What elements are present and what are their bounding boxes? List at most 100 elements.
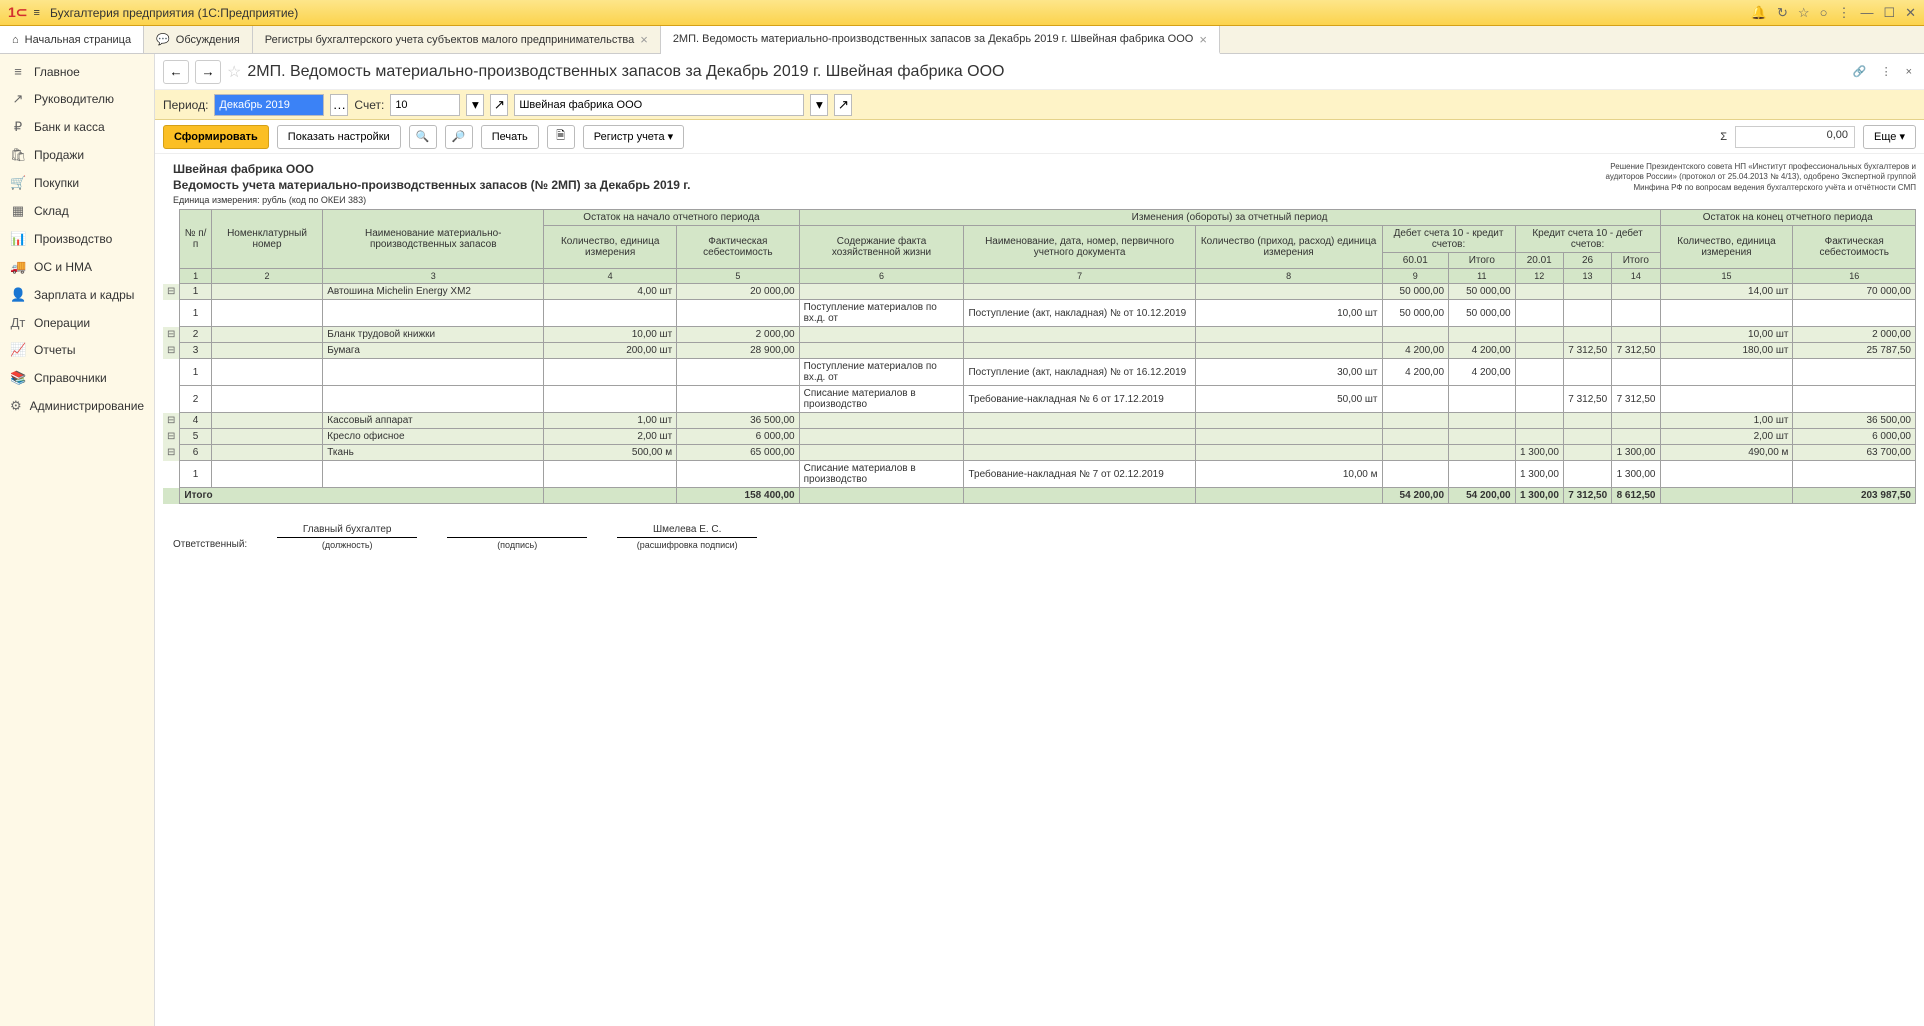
sidebar-item-4[interactable]: 🛒Покупки xyxy=(0,169,154,197)
doc-header: ← → ☆ 2МП. Ведомость материально-произво… xyxy=(155,54,1924,90)
favorite-icon[interactable]: ☆ xyxy=(227,62,241,82)
close-icon[interactable]: × xyxy=(1199,32,1207,47)
expand-icon[interactable] xyxy=(163,461,180,488)
sidebar-item-6[interactable]: 📊Производство xyxy=(0,225,154,253)
table-row[interactable]: ⊟3Бумага200,00 шт28 900,004 200,004 200,… xyxy=(163,343,1916,359)
tab-home-label: Начальная страница xyxy=(25,34,131,46)
table-row[interactable]: ⊟6Ткань500,00 м65 000,001 300,001 300,00… xyxy=(163,445,1916,461)
table-row[interactable]: 2Списание материалов в производствоТребо… xyxy=(163,386,1916,413)
sidebar-label: Банк и касса xyxy=(34,120,105,134)
th-end: Остаток на конец отчетного периода xyxy=(1660,210,1916,226)
toolbar: Сформировать Показать настройки 🔍 🔎 Печа… xyxy=(155,120,1924,154)
sidebar-item-5[interactable]: ▦Склад xyxy=(0,197,154,225)
print-button[interactable]: Печать xyxy=(481,125,539,149)
account-dropdown-button[interactable]: ▾ xyxy=(466,94,484,116)
sidebar-icon: 🛍 xyxy=(10,147,26,163)
tab-report-label: 2МП. Ведомость материально-производствен… xyxy=(673,33,1194,45)
tab-report[interactable]: 2МП. Ведомость материально-производствен… xyxy=(661,26,1220,54)
sidebar-item-7[interactable]: 🚚ОС и НМА xyxy=(0,253,154,281)
unit-line: Единица измерения: рубль (код по ОКЕИ 38… xyxy=(173,195,1916,205)
kebab-icon[interactable]: ⋮ xyxy=(1877,63,1896,80)
sign-position: Главный бухгалтер xyxy=(277,524,417,538)
expand-icon[interactable]: ⊟ xyxy=(163,343,180,359)
forward-button[interactable]: → xyxy=(195,60,221,84)
sidebar-icon: 🚚 xyxy=(10,259,26,275)
generate-button[interactable]: Сформировать xyxy=(163,125,269,149)
close-doc-icon[interactable]: × xyxy=(1902,64,1916,80)
sidebar-item-12[interactable]: ⚙Администрирование xyxy=(0,392,154,420)
settings-button[interactable]: Показать настройки xyxy=(277,125,401,149)
expand-icon[interactable] xyxy=(163,300,180,327)
th-npp: № п/п xyxy=(180,210,211,269)
history-icon[interactable]: ↻ xyxy=(1777,5,1788,21)
table-row[interactable]: 1Списание материалов в производствоТребо… xyxy=(163,461,1916,488)
export-button[interactable]: 🗎 xyxy=(547,125,575,149)
sidebar-label: Операции xyxy=(34,316,90,330)
close-icon[interactable]: × xyxy=(640,32,648,47)
sidebar-icon: 🛒 xyxy=(10,175,26,191)
sidebar-item-9[interactable]: ДтОперации xyxy=(0,309,154,336)
sidebar-label: Отчеты xyxy=(34,343,75,357)
more-button[interactable]: Еще ▾ xyxy=(1863,125,1916,149)
table-row[interactable]: ⊟4Кассовый аппарат1,00 шт36 500,001,00 ш… xyxy=(163,413,1916,429)
org-input[interactable] xyxy=(514,94,804,116)
period-picker-button[interactable]: … xyxy=(330,94,348,116)
tabs-bar: ⌂ Начальная страница 💬 Обсуждения Регист… xyxy=(0,26,1924,54)
sidebar-item-8[interactable]: 👤Зарплата и кадры xyxy=(0,281,154,309)
expand-icon[interactable]: ⊟ xyxy=(163,413,180,429)
expand-icon[interactable]: ⊟ xyxy=(163,327,180,343)
app-title: Бухгалтерия предприятия (1С:Предприятие) xyxy=(50,6,1751,20)
account-open-button[interactable]: ↗ xyxy=(490,94,508,116)
th-begin: Остаток на начало отчетного периода xyxy=(544,210,799,226)
back-button[interactable]: ← xyxy=(163,60,189,84)
account-input[interactable] xyxy=(390,94,460,116)
table-row[interactable]: ⊟5Кресло офисное2,00 шт6 000,002,00 шт6 … xyxy=(163,429,1916,445)
star-icon[interactable]: ☆ xyxy=(1798,5,1810,21)
signature-row: Ответственный: Главный бухгалтер (должно… xyxy=(173,524,1916,550)
expand-icon[interactable]: ⊟ xyxy=(163,429,180,445)
chat-icon: 💬 xyxy=(156,33,170,46)
account-label: Счет: xyxy=(354,98,384,112)
register-button[interactable]: Регистр учета ▾ xyxy=(583,125,684,149)
tab-registers[interactable]: Регистры бухгалтерского учета субъектов … xyxy=(253,26,661,53)
sidebar-item-0[interactable]: ≡Главное xyxy=(0,58,154,85)
sidebar-item-1[interactable]: ↗Руководителю xyxy=(0,85,154,113)
th-nomnum: Номенклатурный номер xyxy=(211,210,322,269)
window-controls: 🔔 ↻ ☆ ○ ⋮ — ☐ ✕ xyxy=(1751,5,1916,21)
th-changes: Изменения (обороты) за отчетный период xyxy=(799,210,1660,226)
tab-discuss[interactable]: 💬 Обсуждения xyxy=(144,26,253,53)
expand-icon[interactable]: ⊟ xyxy=(163,284,180,300)
bell-icon[interactable]: 🔔 xyxy=(1751,5,1767,21)
expand-icon[interactable]: ⊟ xyxy=(163,445,180,461)
link-icon[interactable]: 🔗 xyxy=(1849,63,1871,80)
period-input[interactable] xyxy=(214,94,324,116)
sidebar-icon: 📊 xyxy=(10,231,26,247)
table-row[interactable]: 1Поступление материалов по вх.д. отПосту… xyxy=(163,359,1916,386)
expand-icon[interactable] xyxy=(163,359,180,386)
table-row[interactable]: ⊟2Бланк трудовой книжки10,00 шт2 000,001… xyxy=(163,327,1916,343)
minimize-icon[interactable]: — xyxy=(1860,5,1873,21)
maximize-icon[interactable]: ☐ xyxy=(1883,5,1895,21)
report-area: Швейная фабрика ООО Ведомость учета мате… xyxy=(155,154,1924,1026)
sidebar-item-11[interactable]: 📚Справочники xyxy=(0,364,154,392)
table-row[interactable]: ⊟1Автошина Michelin Energy XM24,00 шт20 … xyxy=(163,284,1916,300)
close-icon[interactable]: ✕ xyxy=(1905,5,1916,21)
expand-icon[interactable] xyxy=(163,386,180,413)
table-row[interactable]: 1Поступление материалов по вх.д. отПосту… xyxy=(163,300,1916,327)
sidebar-item-2[interactable]: ₽Банк и касса xyxy=(0,113,154,141)
sidebar-icon: ⚙ xyxy=(10,398,22,414)
dots-icon[interactable]: ⋮ xyxy=(1837,5,1850,21)
menu-icon[interactable]: ≡ xyxy=(34,7,40,19)
sidebar-icon: ≡ xyxy=(10,64,26,79)
sidebar-item-3[interactable]: 🛍 Продажи xyxy=(0,141,154,169)
tab-home[interactable]: ⌂ Начальная страница xyxy=(0,26,144,53)
sidebar-label: Руководителю xyxy=(34,92,114,106)
sidebar-label: Продажи xyxy=(34,148,84,162)
org-dropdown-button[interactable]: ▾ xyxy=(810,94,828,116)
sidebar-item-10[interactable]: 📈Отчеты xyxy=(0,336,154,364)
find-next-button[interactable]: 🔎 xyxy=(445,125,473,149)
circle-icon[interactable]: ○ xyxy=(1820,5,1828,21)
find-button[interactable]: 🔍 xyxy=(409,125,437,149)
org-open-button[interactable]: ↗ xyxy=(834,94,852,116)
report-org: Швейная фабрика ООО xyxy=(173,162,690,176)
